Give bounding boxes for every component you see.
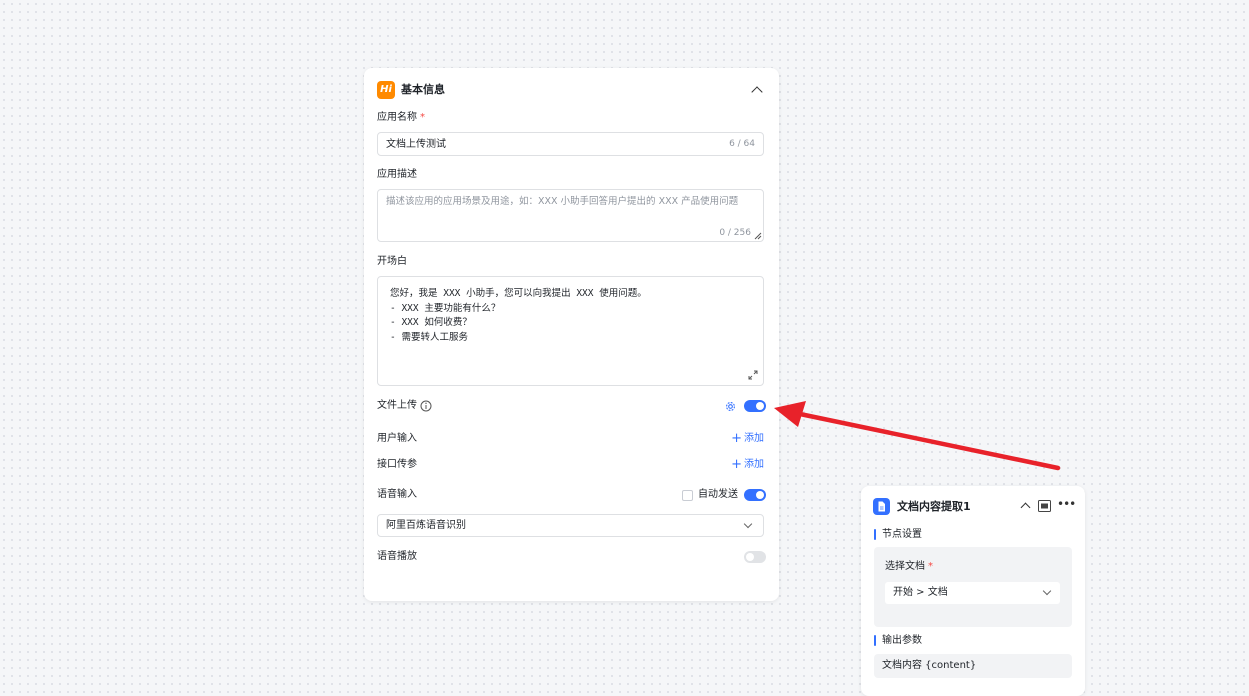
document-icon — [873, 498, 890, 515]
node-settings-label: 节点设置 — [882, 529, 922, 540]
more-options-icon[interactable]: ••• — [1057, 497, 1076, 511]
section-bar-accent — [874, 635, 876, 646]
output-param-item: 文档内容 {content} — [882, 660, 977, 671]
select-doc-value: 开始 > 文档 — [893, 587, 948, 598]
select-doc-dropdown[interactable]: 开始 > 文档 — [885, 582, 1060, 604]
collapse-chevron-up-icon[interactable] — [1020, 502, 1031, 513]
node-title: 文档内容提取1 — [897, 500, 971, 513]
output-params-label: 输出参数 — [882, 635, 922, 646]
select-doc-label: 选择文档 * — [885, 561, 933, 572]
chevron-down-icon — [1042, 586, 1052, 596]
section-bar-accent — [874, 529, 876, 540]
output-param-row: 文档内容 {content} — [874, 654, 1072, 678]
select-doc-panel: 选择文档 * 开始 > 文档 — [874, 547, 1072, 627]
panel-icon[interactable] — [1038, 500, 1051, 512]
doc-extract-node-card[interactable]: 文档内容提取1 ••• 节点设置 选择文档 * 开始 > 文档 输出参数 文档内容… — [861, 486, 1085, 696]
